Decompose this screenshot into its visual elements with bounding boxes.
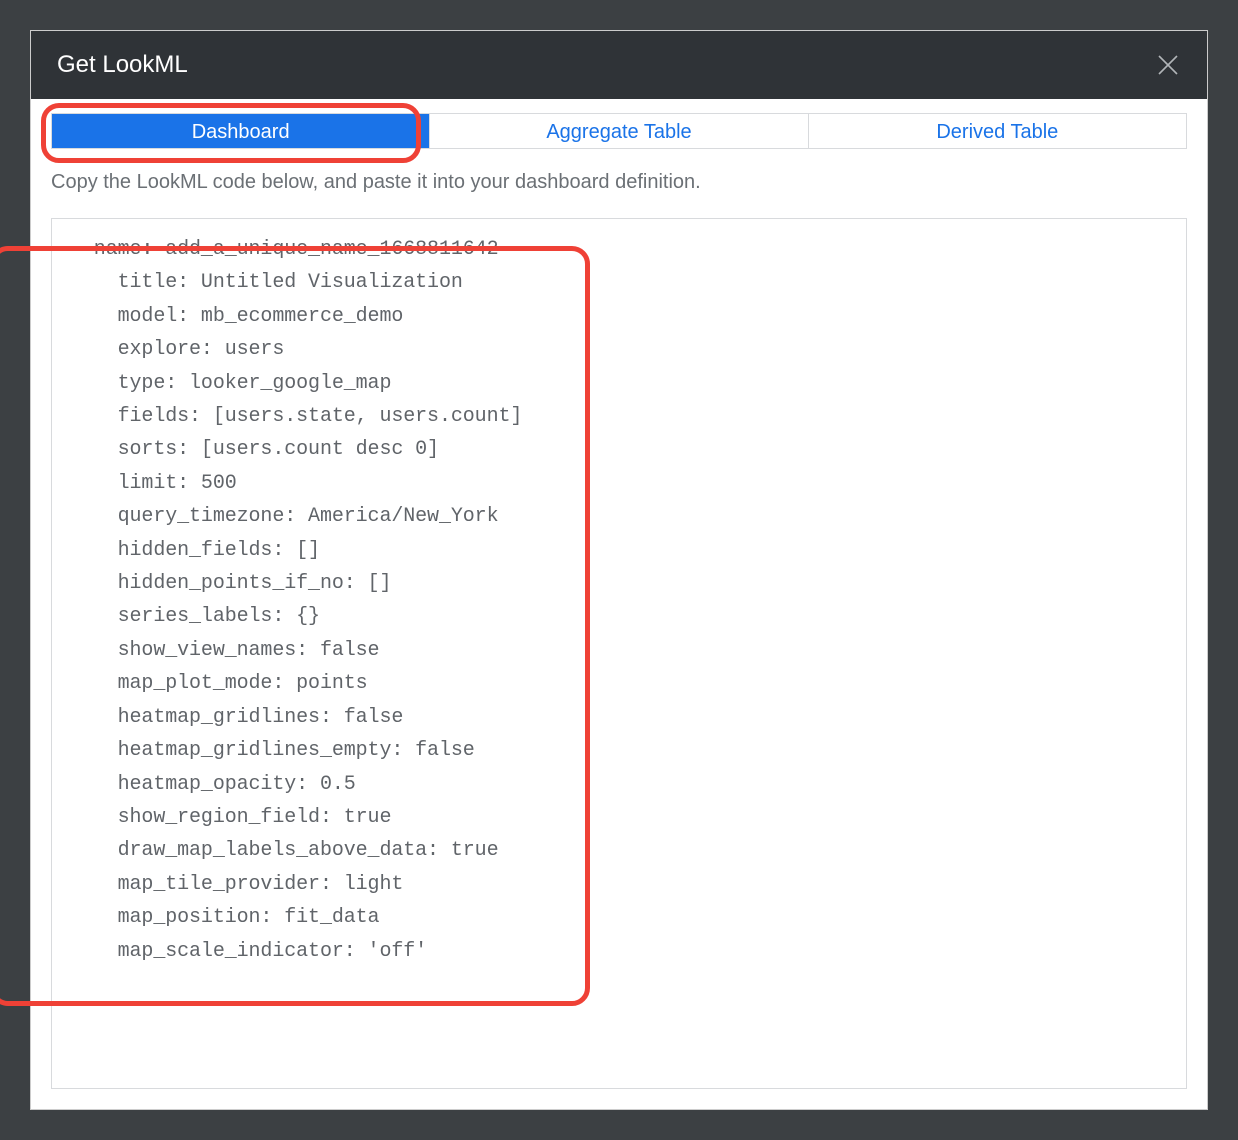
lookml-code[interactable]: - name: add_a_unique_name_1668811642 tit… <box>70 233 1166 968</box>
modal-body: Dashboard Aggregate Table Derived Table … <box>31 99 1207 1109</box>
instructions-text: Copy the LookML code below, and paste it… <box>51 171 1187 194</box>
tabs: Dashboard Aggregate Table Derived Table <box>51 113 1187 149</box>
modal-title: Get LookML <box>57 51 188 79</box>
modal-header: Get LookML <box>31 31 1207 99</box>
tab-derived-table[interactable]: Derived Table <box>809 113 1187 149</box>
tabs-container: Dashboard Aggregate Table Derived Table <box>51 113 1187 149</box>
close-icon <box>1156 53 1180 77</box>
close-button[interactable] <box>1155 52 1181 78</box>
get-lookml-modal: Get LookML Dashboard Aggregate Table Der… <box>30 30 1208 1110</box>
tab-aggregate-table[interactable]: Aggregate Table <box>430 113 808 149</box>
code-scroll-area[interactable]: - name: add_a_unique_name_1668811642 tit… <box>51 218 1187 1089</box>
tab-dashboard[interactable]: Dashboard <box>51 113 430 149</box>
